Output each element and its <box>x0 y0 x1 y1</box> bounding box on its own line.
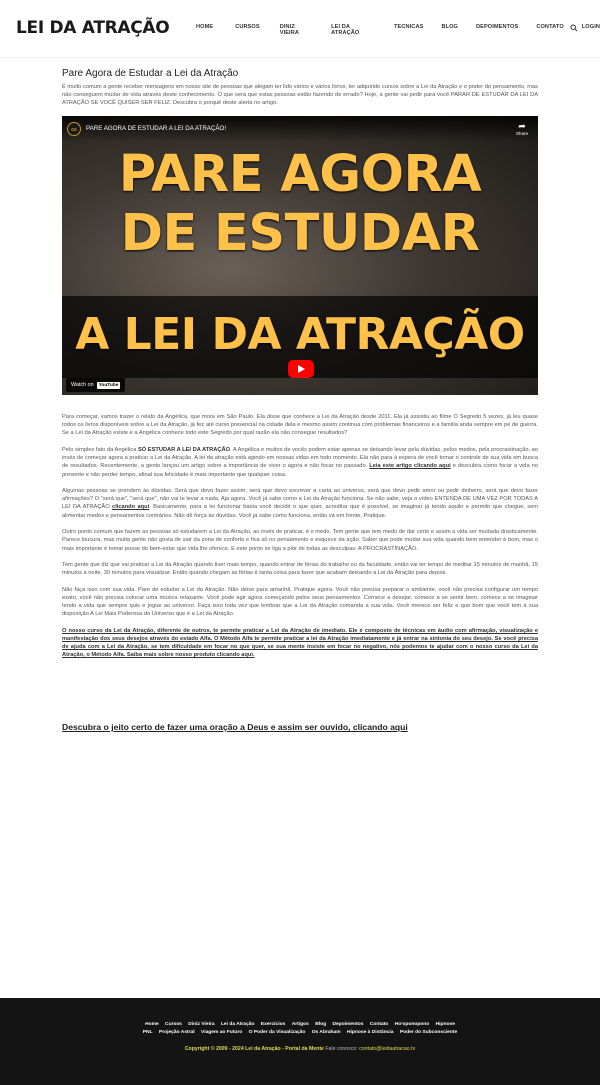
prayer-article-link[interactable]: Descubra o jeito certo de fazer uma oraç… <box>62 722 408 732</box>
nav-item-depoimentos[interactable]: DEPOIMENTOS <box>476 24 518 36</box>
footer-links-row-2: PNL Projeção Astral Viagem ao Futuro O P… <box>0 1030 600 1035</box>
p2-bold: SÓ ESTUDAR A LEI DA ATRAÇÃO <box>137 446 231 453</box>
paragraph-3: Algumas pessoas se prendem às dúvidas. S… <box>62 487 538 520</box>
footer-link-poder-do-subconsciente[interactable]: Poder do Subconsciente <box>400 1030 457 1035</box>
article-body: Para começar, vamos trazer o relato da A… <box>62 413 538 668</box>
footer-link-blog[interactable]: Blog <box>315 1022 326 1027</box>
footer-link-hipnose-a-distancia[interactable]: Hipnose à Distância <box>347 1030 393 1035</box>
site-logo[interactable]: LEI DA ATRAÇÃO <box>16 18 170 38</box>
share-icon: ➦ <box>518 121 526 131</box>
paragraph-7: O nosso curso da Lei da Atração, diferen… <box>62 627 538 660</box>
paragraph-4: Outro ponto comum que fazem as pessoas s… <box>62 529 538 552</box>
footer-link-hooponopono[interactable]: Ho'oponopono <box>395 1022 430 1027</box>
footer-link-lei-da-atracao[interactable]: Lei da Atração <box>221 1022 255 1027</box>
contact-email-link[interactable]: contato@leidaatracao.tv <box>359 1046 415 1052</box>
copyright-text: Copyright © 2009 - 2024 Lei da Atração -… <box>184 1046 324 1052</box>
paragraph-1: Para começar, vamos trazer o relato da A… <box>62 414 538 437</box>
nav-item-blog[interactable]: BLOG <box>441 24 458 36</box>
search-icon[interactable] <box>570 24 578 32</box>
play-button[interactable] <box>288 360 314 378</box>
site-header: LEI DA ATRAÇÃO Home CURSOS DINIZ VIEIRA … <box>0 0 600 58</box>
footer-link-cursos[interactable]: Cursos <box>165 1022 182 1027</box>
thumbnail-line-2: DE ESTUDAR <box>120 204 480 263</box>
logo-text: LEI DA ATRAÇÃO <box>16 18 170 38</box>
nav-item-tecnicas[interactable]: TECNICAS <box>394 24 423 36</box>
watch-on-label: Watch on <box>71 382 94 388</box>
footer-link-projecao-astral[interactable]: Projeção Astral <box>159 1030 195 1035</box>
paragraph-6: Não faça isso com sua vida. Pare de estu… <box>62 586 538 618</box>
article-header: Pare Agora de Estudar a Lei da Atração É… <box>62 68 538 108</box>
p2-link[interactable]: Leia este artigo clicando aqui <box>369 463 450 469</box>
share-button[interactable]: ➦ Share <box>512 121 532 137</box>
youtube-logo: YouTube <box>96 381 121 389</box>
page-title: Pare Agora de Estudar a Lei da Atração <box>62 68 239 79</box>
nav-item-contato[interactable]: CONTATO <box>536 24 563 36</box>
main-nav: Home CURSOS DINIZ VIEIRA LEI DA ATRAÇÃO … <box>186 24 600 36</box>
article-intro: É muito comum a gente receber mensagens … <box>62 84 538 107</box>
p2-text-a: Pelo simples fato da Angélica <box>62 446 138 453</box>
nav-item-diniz-vieira[interactable]: DINIZ VIEIRA <box>280 24 313 36</box>
contact-label: Fale conosco: <box>325 1046 358 1052</box>
nav-item-login[interactable]: LOGIN <box>582 24 600 36</box>
footer-link-pnl[interactable]: PNL <box>143 1030 153 1035</box>
p3-link[interactable]: clicando aqui <box>112 504 149 510</box>
watch-on-youtube-button[interactable]: Watch on YouTube <box>66 378 126 392</box>
footer-links-row-1: Home Cursos Diniz Vieira Lei da Atração … <box>0 1022 600 1027</box>
footer-link-os-abraham[interactable]: Os Abraham <box>312 1030 341 1035</box>
footer-link-artigos[interactable]: Artigos <box>292 1022 309 1027</box>
footer-link-depoimentos[interactable]: Depoimentos <box>332 1022 363 1027</box>
footer-link-hipnose[interactable]: Hipnose <box>436 1022 455 1027</box>
nav-item-lei-da-atracao[interactable]: LEI DA ATRAÇÃO <box>331 24 376 36</box>
paragraph-5: Tem gente que diz que vai praticar a Lei… <box>62 562 538 577</box>
footer-link-exercicios[interactable]: Exercícios <box>261 1022 285 1027</box>
paragraph-2: Pelo simples fato da Angélica SÓ ESTUDAR… <box>62 446 538 479</box>
video-title[interactable]: PARE AGORA DE ESTUDAR A LEI DA ATRAÇÃO! <box>86 125 226 132</box>
share-label: Share <box>515 131 529 136</box>
infinity-icon[interactable]: ∞ <box>67 122 81 136</box>
footer-link-poder-da-visualizacao[interactable]: O Poder da Visualização <box>249 1030 306 1035</box>
youtube-embed[interactable]: PARE AGORA DE ESTUDAR A LEI DA ATRAÇÃO ∞… <box>62 116 538 395</box>
footer-copyright: Copyright © 2009 - 2024 Lei da Atração -… <box>0 1046 600 1052</box>
nav-item-cursos[interactable]: CURSOS <box>235 24 260 36</box>
thumbnail-line-1: PARE AGORA <box>118 145 482 204</box>
site-footer: Home Cursos Diniz Vieira Lei da Atração … <box>0 998 600 1085</box>
course-link[interactable]: O nosso curso da Lei da Atração, diferen… <box>62 628 538 659</box>
footer-link-contato[interactable]: Contato <box>370 1022 388 1027</box>
footer-link-home[interactable]: Home <box>145 1022 159 1027</box>
nav-item-home[interactable]: Home <box>196 24 213 36</box>
footer-link-viagem-ao-futuro[interactable]: Viagem ao Futuro <box>201 1030 242 1035</box>
thumbnail-line-3: A LEI DA ATRAÇÃO <box>75 309 525 360</box>
footer-link-diniz-vieira[interactable]: Diniz Vieira <box>188 1022 214 1027</box>
